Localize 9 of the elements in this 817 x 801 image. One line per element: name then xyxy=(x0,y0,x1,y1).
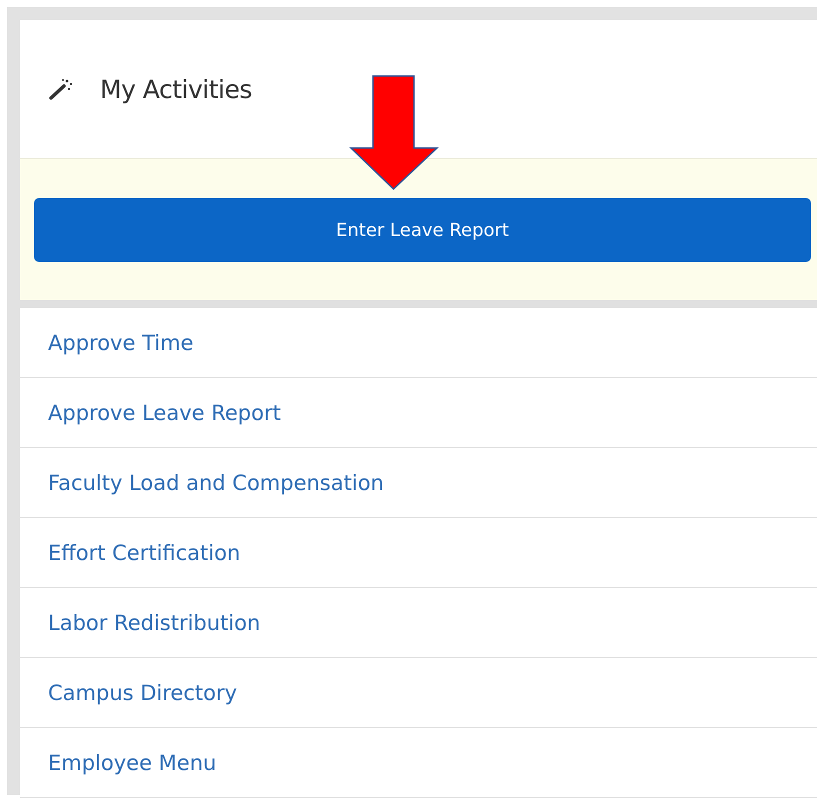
activity-link[interactable]: Employee Menu xyxy=(20,728,817,798)
panel-title: My Activities xyxy=(100,74,252,104)
activity-link[interactable]: Labor Redistribution xyxy=(20,588,817,658)
activity-link[interactable]: Faculty Load and Compensation xyxy=(20,448,817,518)
activity-link[interactable]: Effort Certification xyxy=(20,518,817,588)
activity-link[interactable]: Campus Directory xyxy=(20,658,817,728)
activity-link[interactable]: Approve Time xyxy=(20,308,817,378)
activity-link[interactable]: Approve Leave Report xyxy=(20,378,817,448)
enter-leave-report-button[interactable]: Enter Leave Report xyxy=(34,198,811,262)
